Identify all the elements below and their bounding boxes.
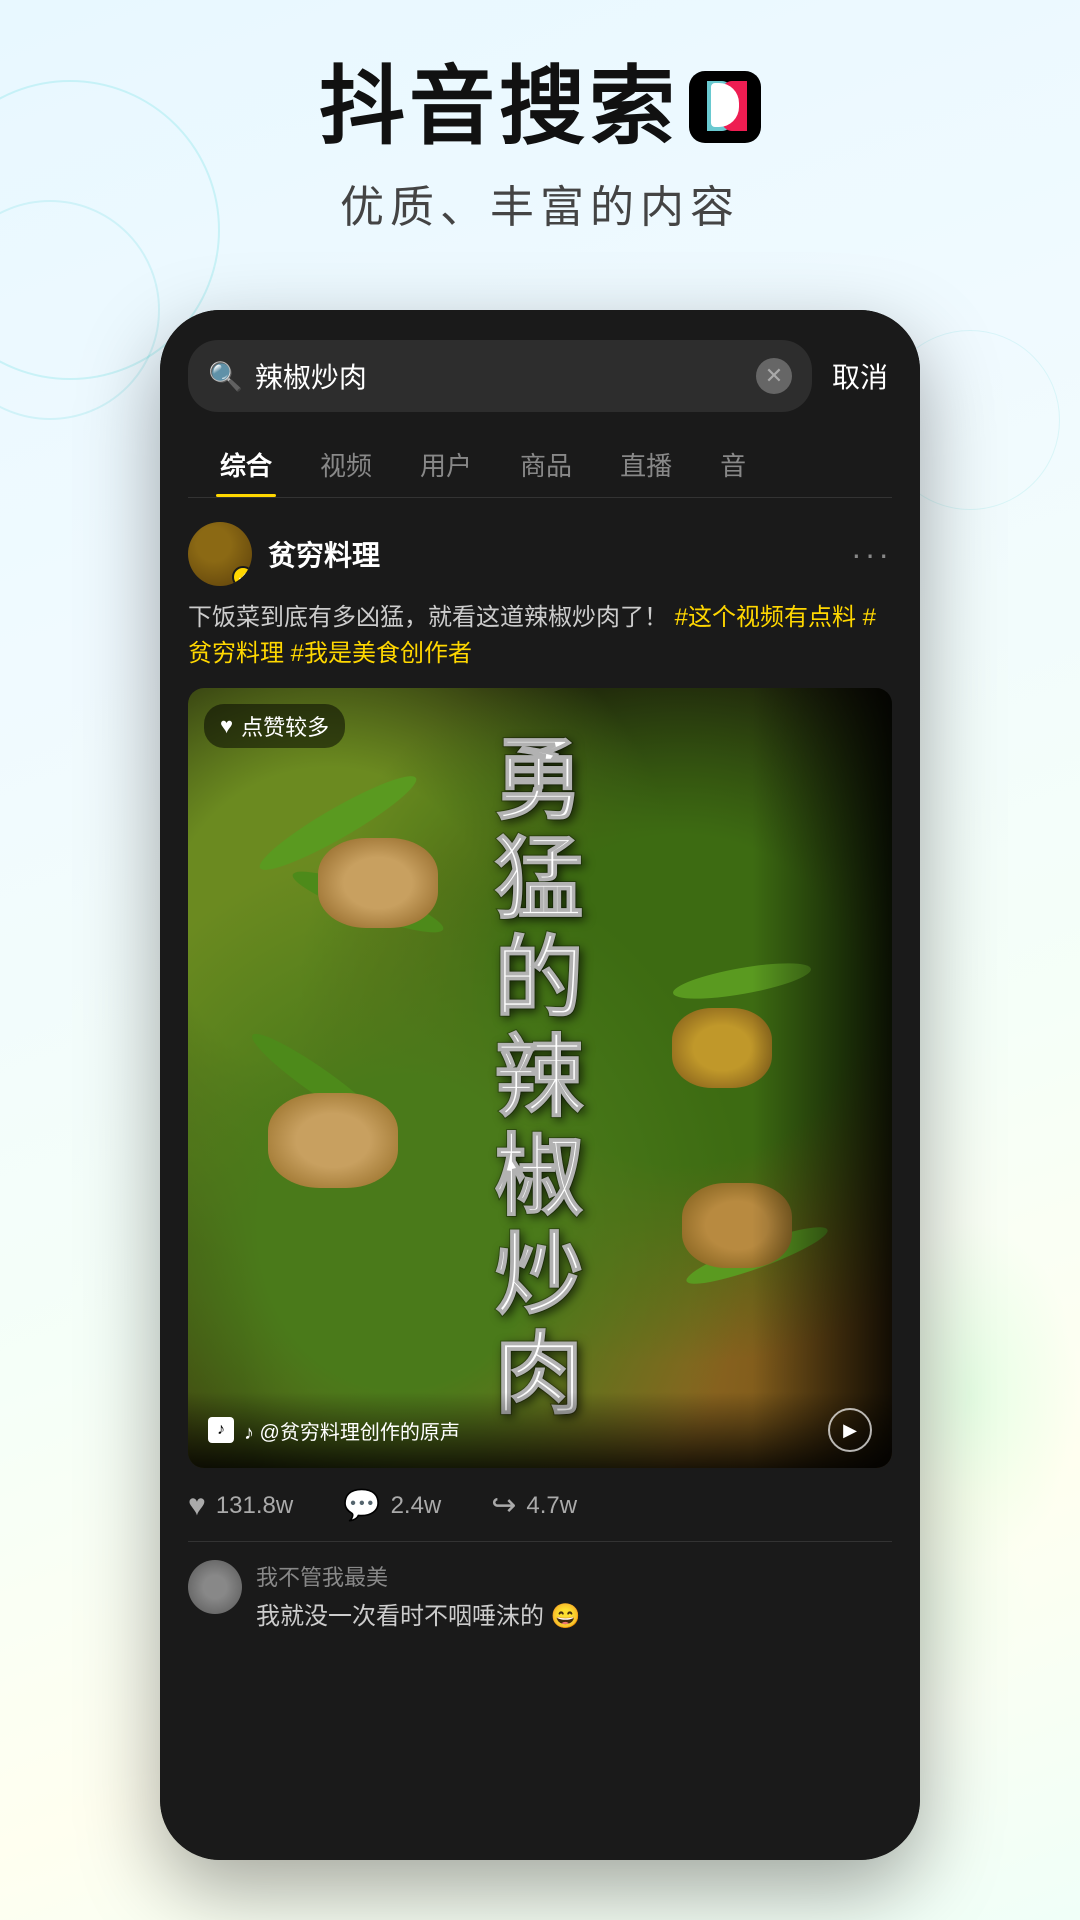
subtitle-text: 优质、丰富的内容 (0, 171, 1080, 235)
tab-综合[interactable]: 综合 (216, 432, 276, 497)
cancel-button[interactable]: 取消 (828, 348, 892, 404)
video-big-text: 勇猛的辣椒炒肉 (494, 732, 586, 1425)
commenter-name: 我不管我最美 (256, 1560, 581, 1592)
phone-screen: 🔍 辣椒炒肉 ✕ 取消 综合 视频 用户 商品 直播 音 (160, 310, 920, 1860)
search-tabs: 综合 视频 用户 商品 直播 音 (188, 432, 892, 498)
video-bottom-bar: ♪ ♪ @贫穷料理创作的原声 ▶ (188, 1392, 892, 1468)
video-overlay-text: 勇猛的辣椒炒肉 (188, 688, 892, 1468)
desc-normal: 下饭菜到底有多凶猛，就看这道辣椒炒肉了！ (188, 604, 668, 631)
username-label: 贫穷料理 (268, 534, 380, 574)
search-input-box[interactable]: 🔍 辣椒炒肉 ✕ (188, 340, 812, 412)
tab-视频[interactable]: 视频 (316, 432, 376, 497)
result-user-row: ✓ 贫穷料理 ··· (188, 522, 892, 586)
comments-count: 2.4w (391, 1492, 442, 1520)
comment-text: 我就没一次看时不咽唾沫的 😄 (256, 1596, 581, 1631)
play-button[interactable]: ▶ (828, 1408, 872, 1452)
shares-count: 4.7w (526, 1492, 577, 1520)
tiktok-sound-icon: ♪ (208, 1417, 234, 1443)
search-area: 🔍 辣椒炒肉 ✕ 取消 综合 视频 用户 商品 直播 音 (160, 310, 920, 498)
share-stat-icon: ↪ (491, 1488, 516, 1523)
stats-row: ♥ 131.8w 💬 2.4w ↪ 4.7w (188, 1488, 892, 1542)
verified-badge: ✓ (232, 566, 252, 586)
search-bar-row: 🔍 辣椒炒肉 ✕ 取消 (188, 340, 892, 412)
avatar: ✓ (188, 522, 252, 586)
commenter-avatar (188, 1560, 242, 1614)
main-title-text: 抖音搜索 (319, 60, 679, 155)
likes-count: 131.8w (216, 1492, 293, 1520)
heart-stat-icon: ♥ (188, 1489, 206, 1523)
comment-stat-icon: 💬 (343, 1488, 380, 1523)
content-area: ✓ 贫穷料理 ··· 下饭菜到底有多凶猛，就看这道辣椒炒肉了！ #这个视频有点料… (160, 498, 920, 1655)
tab-音乐[interactable]: 音 (716, 432, 750, 497)
tab-用户[interactable]: 用户 (416, 432, 476, 497)
tab-商品[interactable]: 商品 (516, 432, 576, 497)
clear-search-button[interactable]: ✕ (756, 358, 792, 394)
stat-likes: ♥ 131.8w (188, 1489, 293, 1523)
sound-text: ♪ @贫穷料理创作的原声 (244, 1416, 460, 1445)
tiktok-logo-icon (689, 71, 761, 143)
main-title-row: 抖音搜索 (0, 60, 1080, 155)
stat-comments: 💬 2.4w (343, 1488, 441, 1523)
result-description: 下饭菜到底有多凶猛，就看这道辣椒炒肉了！ #这个视频有点料 #贫穷料理 #我是美… (188, 600, 892, 672)
header: 抖音搜索 优质、丰富的内容 (0, 60, 1080, 235)
search-icon: 🔍 (208, 360, 243, 393)
tiktok-logo-inner (711, 83, 739, 127)
comment-content: 我不管我最美 我就没一次看时不咽唾沫的 😄 (256, 1560, 581, 1631)
video-thumbnail[interactable]: ♥ 点赞较多 勇猛的辣椒炒肉 ♪ ♪ @贫穷料理创作的原声 ▶ (188, 688, 892, 1468)
more-options-button[interactable]: ··· (851, 536, 892, 573)
sound-info: ♪ ♪ @贫穷料理创作的原声 (208, 1416, 460, 1445)
phone-mockup: 🔍 辣椒炒肉 ✕ 取消 综合 视频 用户 商品 直播 音 (160, 310, 920, 1860)
stat-shares: ↪ 4.7w (491, 1488, 577, 1523)
search-query-text: 辣椒炒肉 (255, 356, 744, 396)
tab-直播[interactable]: 直播 (616, 432, 676, 497)
user-info: ✓ 贫穷料理 (188, 522, 380, 586)
comment-preview: 我不管我最美 我就没一次看时不咽唾沫的 😄 (188, 1542, 892, 1631)
